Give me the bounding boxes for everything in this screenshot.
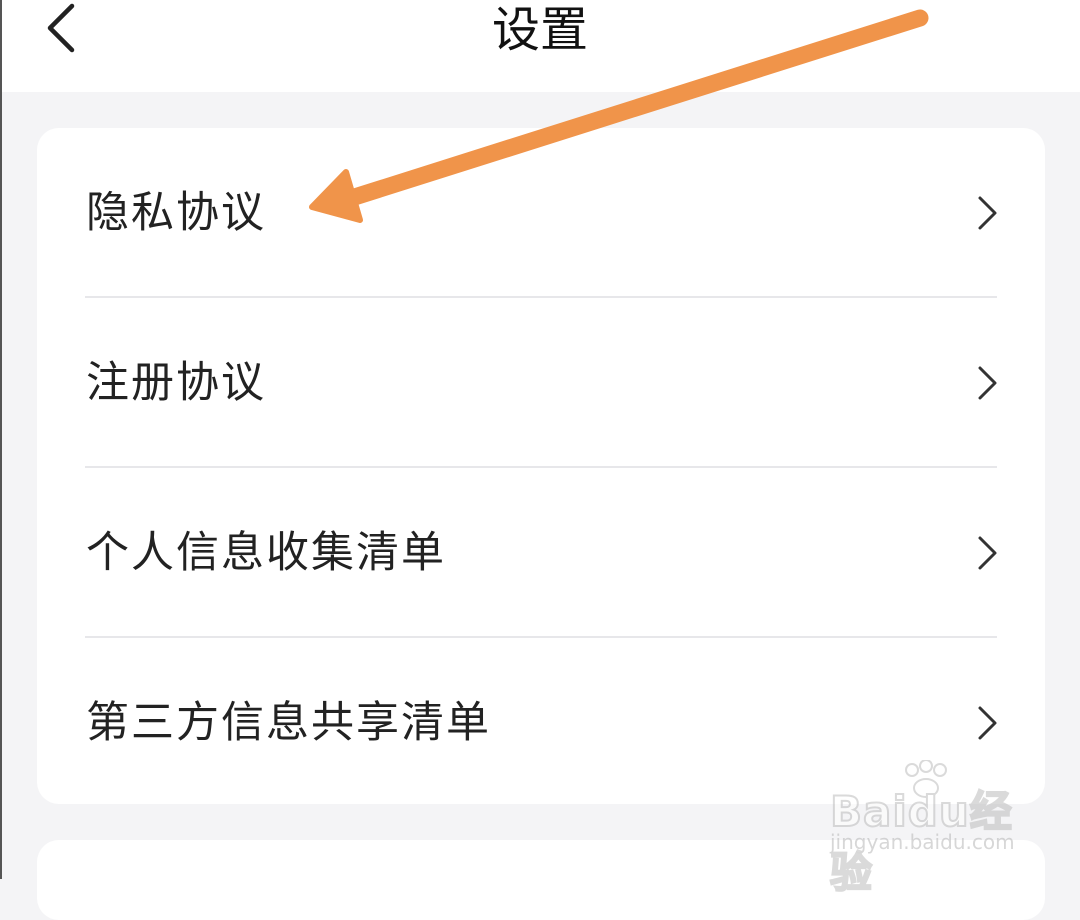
settings-item-label: 注册协议 xyxy=(86,358,266,408)
settings-item-personal-info-list[interactable]: 个人信息收集清单 xyxy=(37,468,1045,638)
settings-item-registration-agreement[interactable]: 注册协议 xyxy=(37,298,1045,468)
settings-item-label: 第三方信息共享清单 xyxy=(86,698,491,748)
screen-edge xyxy=(0,0,2,879)
page-title: 设置 xyxy=(491,2,588,58)
chevron-right-icon xyxy=(978,196,997,230)
top-navigation-bar: 设置 xyxy=(0,0,1080,92)
chevron-right-icon xyxy=(978,366,997,400)
settings-item-label: 个人信息收集清单 xyxy=(86,528,446,578)
chevron-right-icon xyxy=(978,706,997,740)
settings-item-privacy-agreement[interactable]: 隐私协议 xyxy=(37,128,1045,298)
settings-card: 隐私协议 注册协议 个人信息收集清单 第三方信息共享清单 xyxy=(37,128,1045,804)
baidu-jingyan-watermark: Baidu经验 jingyan.baidu.com xyxy=(826,760,1026,898)
watermark-url: jingyan.baidu.com xyxy=(830,830,1015,854)
chevron-right-icon xyxy=(978,536,997,570)
settings-item-label: 隐私协议 xyxy=(86,188,266,238)
